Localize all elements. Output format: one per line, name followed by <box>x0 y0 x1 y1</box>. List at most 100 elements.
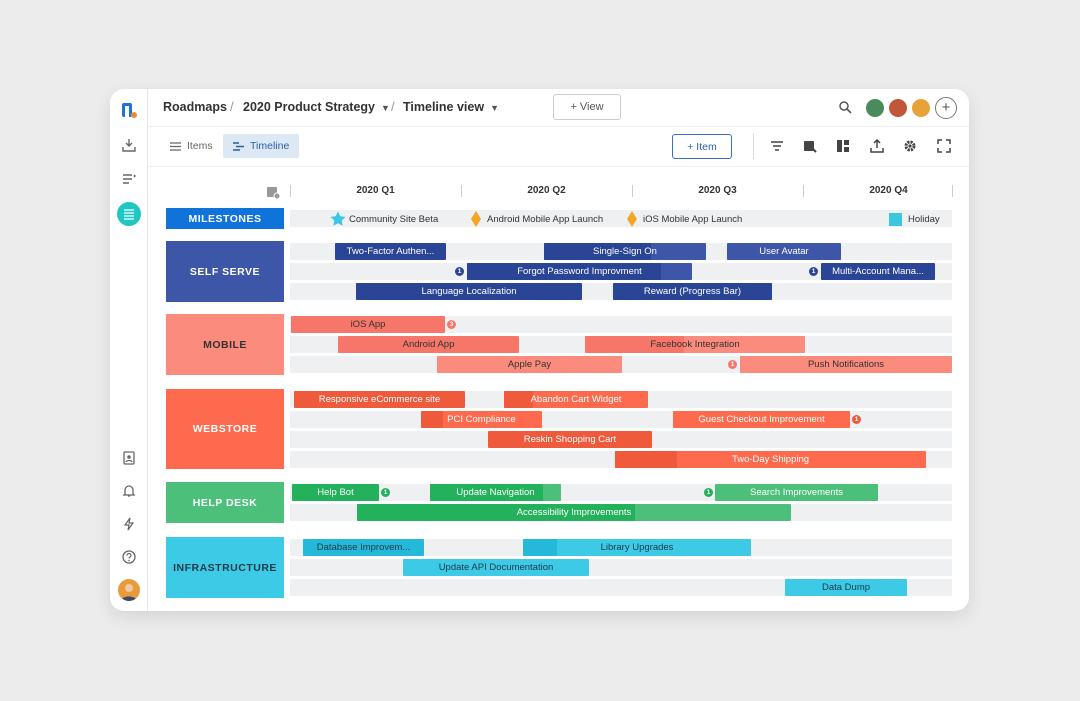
milestone-item[interactable]: Android Mobile App Launch <box>468 211 603 227</box>
milestone-item[interactable]: Holiday <box>889 211 940 227</box>
top-bar: Roadmaps / 2020 Product Strategy ▼ / Time… <box>148 89 969 127</box>
roadmunk-logo-icon[interactable] <box>120 101 138 119</box>
gear-icon[interactable] <box>903 139 917 153</box>
roadmap-bar[interactable]: Update Navigation <box>430 484 561 501</box>
dependency-badge[interactable]: 1 <box>381 488 390 497</box>
tab-timeline[interactable]: Timeline <box>223 134 300 158</box>
milestone-label: Holiday <box>908 213 940 225</box>
filter-icon[interactable] <box>770 139 784 153</box>
bar-label: Apple Pay <box>507 359 552 370</box>
dependency-badge[interactable]: 1 <box>809 267 818 276</box>
group-label-milestones[interactable]: MILESTONES <box>166 208 284 229</box>
bar-label: Database Improvem... <box>316 542 411 553</box>
roadmap-bar[interactable]: Push Notifications <box>740 356 952 373</box>
roadmap-bar[interactable]: Update API Documentation <box>403 559 589 576</box>
breadcrumb-separator: / <box>391 99 395 114</box>
roadmap-bar[interactable]: Android App <box>338 336 519 353</box>
bar-label: Two-Day Shipping <box>731 454 810 465</box>
toolbar: Items Timeline + Item <box>148 127 969 167</box>
bar-label: Library Upgrades <box>600 542 674 553</box>
inbox-download-icon[interactable] <box>117 133 141 157</box>
bar-label: Reskin Shopping Cart <box>523 434 617 445</box>
bar-label: Reward (Progress Bar) <box>643 286 742 297</box>
tab-items[interactable]: Items <box>160 134 223 158</box>
quarter-header: 2020 Q1 <box>356 185 395 196</box>
collaborator-avatar[interactable] <box>910 97 932 119</box>
dependency-badge[interactable]: 1 <box>728 360 737 369</box>
bar-label: Multi-Account Mana... <box>832 266 924 277</box>
search-icon[interactable] <box>838 100 852 114</box>
lightning-icon[interactable] <box>117 512 141 536</box>
contacts-icon[interactable] <box>117 446 141 470</box>
roadmap-bar[interactable]: Accessibility Improvements <box>357 504 791 521</box>
dependency-badge[interactable]: 3 <box>447 320 456 329</box>
breadcrumb-roadmap[interactable]: 2020 Product Strategy ▼ <box>243 100 390 114</box>
group-label-help-desk[interactable]: HELP DESK <box>166 482 284 523</box>
user-avatar[interactable] <box>118 579 140 601</box>
quarter-divider <box>952 185 953 197</box>
add-view-button[interactable]: + View <box>553 94 621 120</box>
bar-label: Android App <box>402 339 455 350</box>
milestone-item[interactable]: iOS Mobile App Launch <box>624 211 742 227</box>
group-label-infrastructure[interactable]: INFRASTRUCTURE <box>166 537 284 598</box>
bell-icon[interactable] <box>117 479 141 503</box>
group-label-mobile[interactable]: MOBILE <box>166 314 284 375</box>
chevron-down-icon: ▼ <box>381 103 390 113</box>
diamond-icon <box>627 211 637 227</box>
breadcrumb-roadmaps[interactable]: Roadmaps <box>163 100 227 114</box>
breadcrumb-view[interactable]: Timeline view ▼ <box>403 100 499 114</box>
roadmap-bar[interactable]: Multi-Account Mana... <box>821 263 935 280</box>
roadmap-nav-icon[interactable] <box>117 202 141 226</box>
group-label-self-serve[interactable]: SELF SERVE <box>166 241 284 302</box>
bar-label: iOS App <box>350 319 386 330</box>
bar-label: Facebook Integration <box>650 339 740 350</box>
list-icon[interactable] <box>117 167 141 191</box>
roadmap-bar[interactable]: PCI Compliance <box>421 411 542 428</box>
roadmap-bar[interactable]: Abandon Cart Widget <box>504 391 648 408</box>
roadmap-bar[interactable]: iOS App <box>291 316 445 333</box>
calendar-edit-icon[interactable] <box>803 139 817 153</box>
bar-label: Language Localization <box>421 286 517 297</box>
dependency-badge[interactable]: 1 <box>455 267 464 276</box>
roadmap-bar[interactable]: Apple Pay <box>437 356 622 373</box>
calendar-settings-icon[interactable] <box>266 185 280 199</box>
export-icon[interactable] <box>870 139 884 153</box>
roadmap-bar[interactable]: Guest Checkout Improvement <box>673 411 850 428</box>
help-icon[interactable] <box>117 545 141 569</box>
roadmap-bar[interactable]: User Avatar <box>727 243 841 260</box>
bar-label: Push Notifications <box>807 359 885 370</box>
tab-items-label: Items <box>187 140 213 152</box>
chevron-down-icon: ▼ <box>490 103 499 113</box>
roadmap-bar[interactable]: Forgot Password Improvment <box>467 263 692 280</box>
dependency-badge[interactable]: 1 <box>704 488 713 497</box>
roadmap-bar[interactable]: Library Upgrades <box>523 539 751 556</box>
roadmap-bar[interactable]: Two-Factor Authen... <box>335 243 446 260</box>
roadmap-bar[interactable]: Reskin Shopping Cart <box>488 431 652 448</box>
bar-label: Data Dump <box>821 582 871 593</box>
roadmap-bar[interactable]: Facebook Integration <box>585 336 805 353</box>
timeline-icon <box>233 141 244 151</box>
roadmap-bar[interactable]: Help Bot <box>292 484 379 501</box>
roadmap-bar[interactable]: Two-Day Shipping <box>615 451 926 468</box>
bar-label: Help Bot <box>317 487 354 498</box>
group-label-webstore[interactable]: WEBSTORE <box>166 389 284 469</box>
bar-label: Single-Sign On <box>593 246 657 257</box>
add-item-button[interactable]: + Item <box>672 134 732 159</box>
roadmap-bar[interactable]: Data Dump <box>785 579 907 596</box>
milestone-label: iOS Mobile App Launch <box>643 213 743 225</box>
collaborator-avatar[interactable] <box>864 97 886 119</box>
star-icon <box>330 211 346 226</box>
roadmap-bar[interactable]: Database Improvem... <box>303 539 424 556</box>
dependency-badge[interactable]: 1 <box>852 415 861 424</box>
roadmap-bar[interactable]: Single-Sign On <box>544 243 706 260</box>
fullscreen-icon[interactable] <box>937 139 951 153</box>
layout-icon[interactable] <box>836 139 850 153</box>
milestone-item[interactable]: Community Site Beta <box>330 211 438 227</box>
left-nav <box>110 89 148 611</box>
add-collaborator-button[interactable]: + <box>935 97 957 119</box>
roadmap-bar[interactable]: Reward (Progress Bar) <box>613 283 772 300</box>
roadmap-bar[interactable]: Responsive eCommerce site <box>294 391 465 408</box>
roadmap-bar[interactable]: Language Localization <box>356 283 582 300</box>
collaborator-avatar[interactable] <box>887 97 909 119</box>
roadmap-bar[interactable]: Search Improvements <box>715 484 878 501</box>
